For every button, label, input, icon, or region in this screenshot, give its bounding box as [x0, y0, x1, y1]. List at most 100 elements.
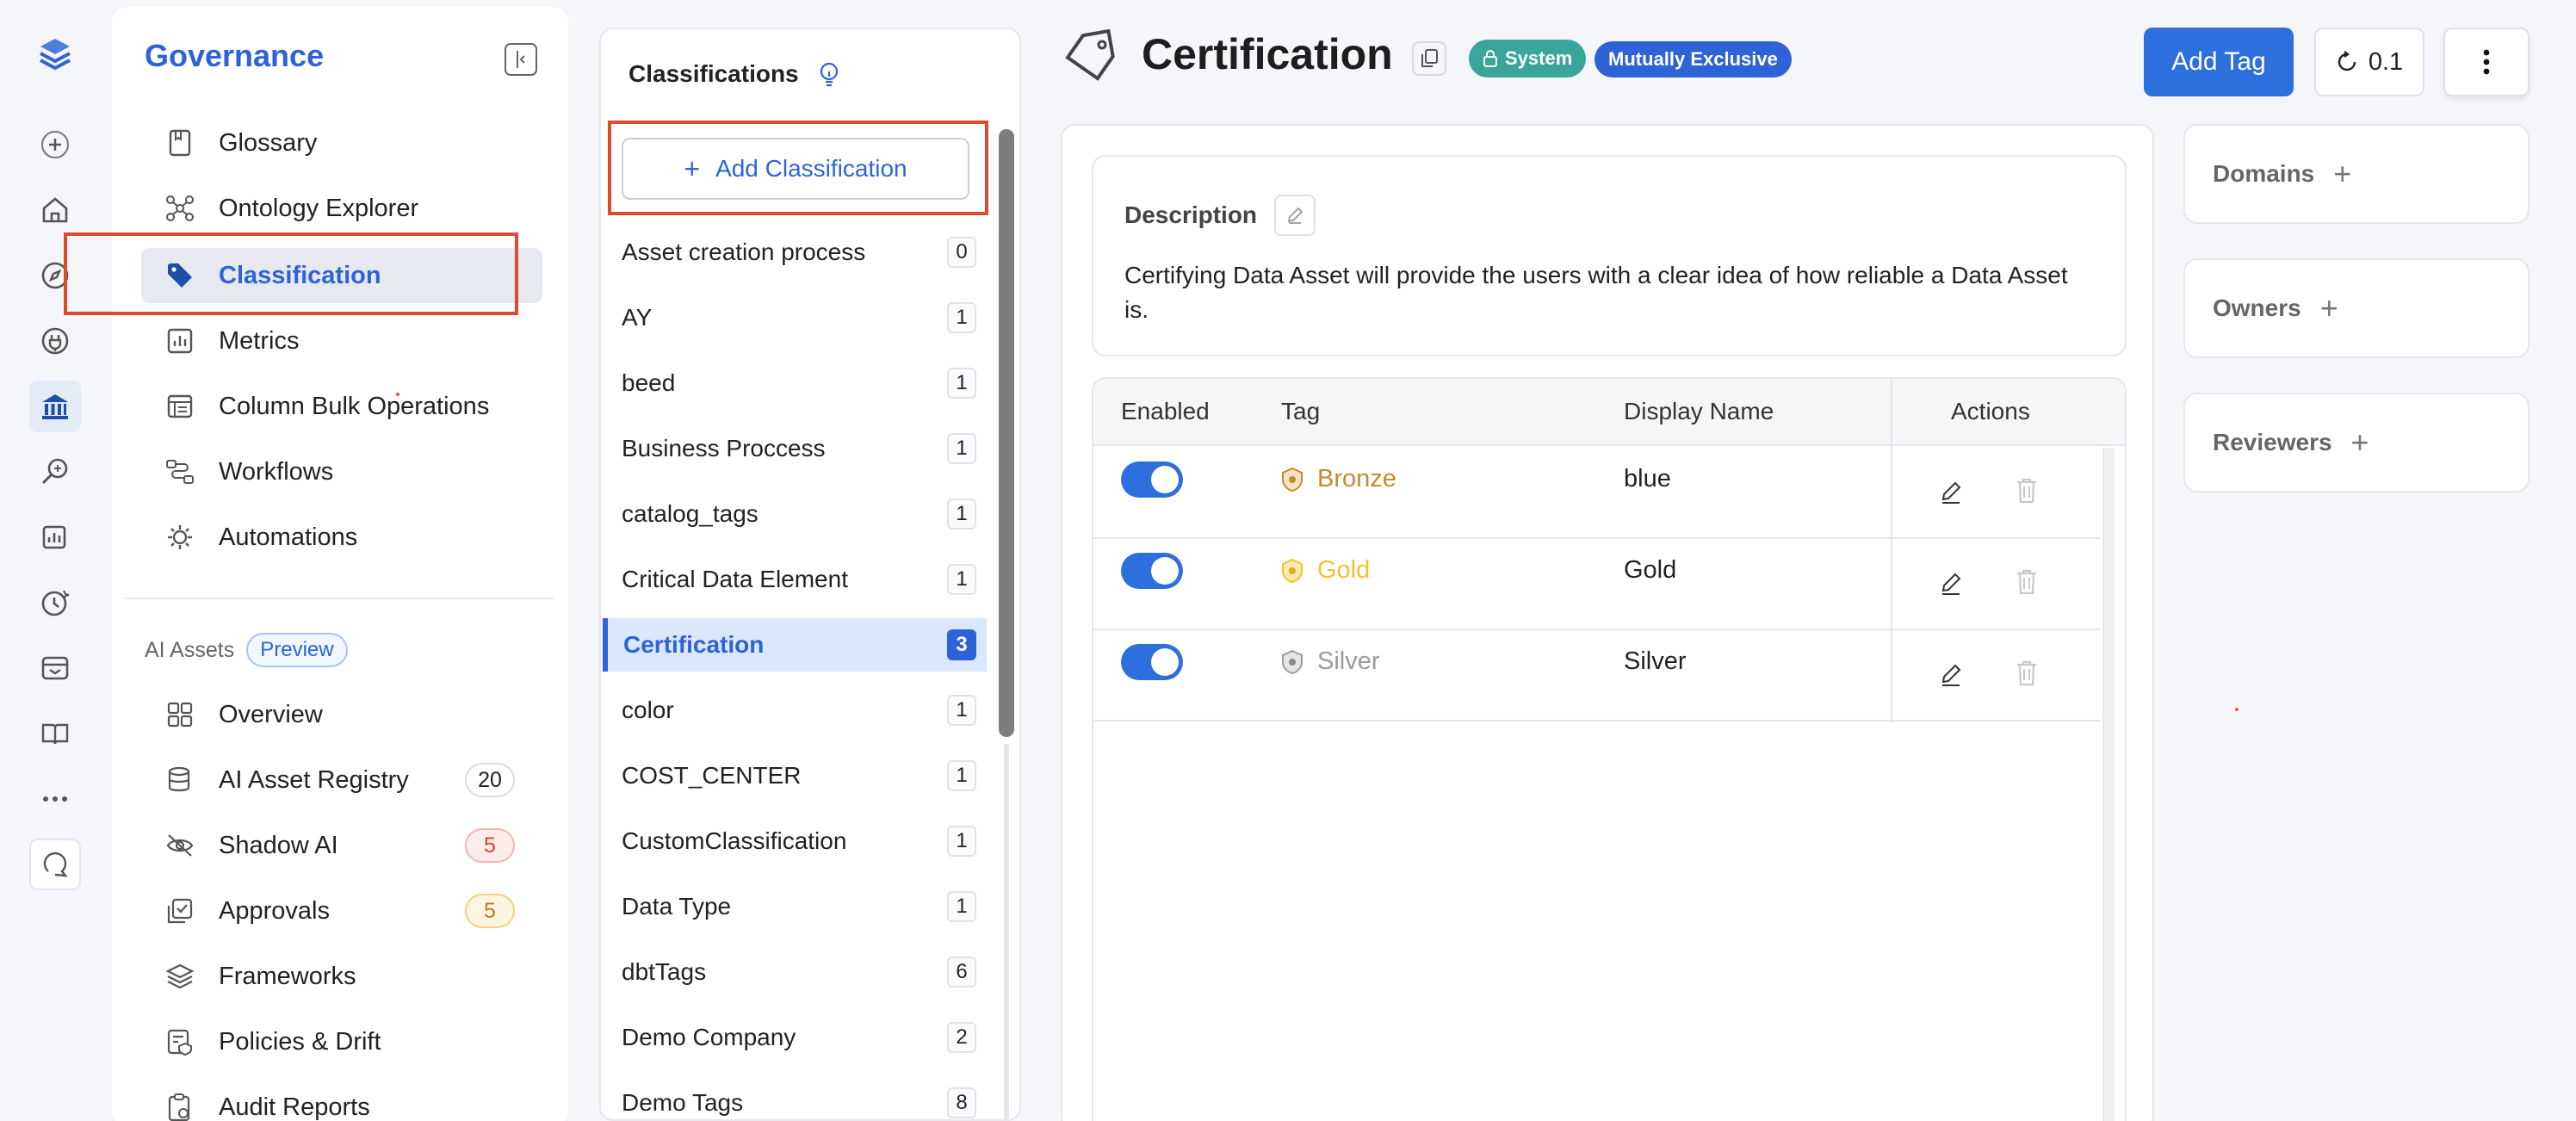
nav-item-workflows[interactable]: Workflows: [141, 444, 542, 499]
tag-cell[interactable]: Bronze: [1281, 465, 1396, 493]
delete-icon[interactable]: [2015, 568, 2039, 596]
add-domain-icon[interactable]: +: [2333, 156, 2351, 192]
classification-item[interactable]: dbtTags 6: [603, 945, 987, 999]
classification-name: CustomClassification: [622, 827, 847, 854]
tag-cell[interactable]: Gold: [1281, 556, 1370, 585]
add-reviewer-icon[interactable]: +: [2351, 424, 2369, 461]
nav-item-label: Policies & Drift: [219, 1027, 381, 1056]
display-name: Gold: [1624, 556, 1677, 584]
collapse-sidebar-icon[interactable]: [505, 43, 537, 76]
enabled-toggle[interactable]: [1121, 553, 1183, 589]
classifications-title: Classifications: [629, 60, 840, 88]
delete-icon[interactable]: [2015, 660, 2039, 687]
add-owner-icon[interactable]: +: [2320, 290, 2338, 326]
home-icon[interactable]: [29, 184, 81, 236]
plus-icon[interactable]: [29, 119, 81, 170]
delete-icon[interactable]: [2015, 477, 2039, 505]
add-tag-button[interactable]: Add Tag: [2144, 28, 2294, 96]
chat-icon[interactable]: [29, 839, 81, 890]
nav-item-label: Overview: [219, 700, 323, 728]
classification-item[interactable]: AY 1: [603, 291, 987, 344]
classification-name: color: [622, 697, 674, 723]
governance-title: Governance: [145, 38, 325, 73]
classification-item[interactable]: Data Type 1: [603, 880, 987, 933]
copy-icon[interactable]: [1412, 41, 1446, 76]
nav-item-glossary[interactable]: Glossary: [141, 115, 542, 170]
nav-item-frameworks[interactable]: Frameworks: [141, 949, 542, 1004]
classification-item-selected[interactable]: Certification 3: [603, 618, 987, 672]
description-header: Description: [1124, 195, 1316, 236]
classification-count: 1: [947, 499, 976, 530]
display-name: Silver: [1624, 647, 1687, 675]
quality-icon[interactable]: [29, 446, 81, 498]
nav-item-label: Glossary: [219, 128, 318, 157]
tag-name: Bronze: [1317, 465, 1396, 492]
classification-name: beed: [622, 369, 676, 396]
governance-icon[interactable]: [29, 381, 81, 432]
edit-icon[interactable]: [1939, 663, 1963, 687]
nav-item-column-bulk-operations[interactable]: Column Bulk Operations: [141, 379, 542, 434]
classification-item[interactable]: CustomClassification 1: [603, 814, 987, 868]
count-badge: 5: [465, 894, 515, 928]
logo-icon[interactable]: [29, 29, 81, 81]
nav-item-label: Shadow AI: [219, 831, 338, 859]
marketplace-icon[interactable]: [29, 642, 81, 694]
more-options-button[interactable]: [2443, 28, 2530, 96]
scroll-track: [1004, 744, 1009, 1119]
classification-item[interactable]: color 1: [603, 684, 987, 737]
classification-item[interactable]: beed 1: [603, 356, 987, 410]
nav-item-audit-reports[interactable]: Audit Reports: [141, 1080, 542, 1121]
classification-item[interactable]: Business Proccess 1: [603, 422, 987, 475]
edit-icon[interactable]: [1274, 195, 1316, 236]
workflow-icon: [164, 455, 196, 488]
classification-count: 2: [947, 1022, 976, 1053]
nav-item-overview[interactable]: Overview: [141, 687, 542, 742]
plug-icon[interactable]: [29, 315, 81, 367]
version-button[interactable]: 0.1: [2314, 28, 2424, 96]
classification-count: 6: [947, 957, 976, 988]
insights-icon[interactable]: [29, 511, 81, 563]
more-icon[interactable]: [29, 773, 81, 825]
nav-item-ai-asset-registry[interactable]: AI Asset Registry 20: [141, 752, 542, 808]
observability-icon[interactable]: [29, 577, 81, 629]
owners-card: Owners +: [2183, 258, 2530, 358]
classification-item[interactable]: Demo Company 2: [603, 1011, 987, 1064]
nav-item-automations[interactable]: Automations: [141, 510, 542, 565]
nav-item-shadow-ai[interactable]: Shadow AI 5: [141, 818, 542, 873]
nav-item-label: Workflows: [219, 457, 334, 486]
classification-name: Certification: [623, 631, 765, 658]
nav-item-metrics[interactable]: Metrics: [141, 313, 542, 369]
nav-item-ontology-explorer[interactable]: Ontology Explorer: [141, 181, 542, 236]
classification-item[interactable]: Critical Data Element 1: [603, 553, 987, 606]
layers-icon: [164, 960, 196, 993]
classification-name: Critical Data Element: [622, 566, 848, 592]
classification-name: Asset creation process: [622, 238, 866, 265]
classification-item[interactable]: COST_CENTER 1: [603, 749, 987, 802]
nav-item-label: Automations: [219, 523, 358, 551]
classification-count: 1: [947, 433, 976, 464]
nav-item-label: Ontology Explorer: [219, 194, 419, 222]
table-scrollbar[interactable]: [2102, 448, 2115, 1121]
mutually-exclusive-badge: Mutually Exclusive: [1595, 41, 1792, 77]
lightbulb-icon[interactable]: [818, 61, 840, 87]
enabled-toggle[interactable]: [1121, 461, 1183, 498]
classification-item[interactable]: catalog_tags 1: [603, 487, 987, 541]
column-header-display-name: Display Name: [1624, 398, 1774, 424]
tag-cell[interactable]: Silver: [1281, 647, 1380, 676]
classification-count: 3: [947, 629, 976, 660]
nav-item-approvals[interactable]: Approvals 5: [141, 883, 542, 938]
database-icon: [164, 764, 196, 796]
history-icon: [2338, 51, 2356, 71]
scrollbar[interactable]: [999, 129, 1014, 737]
enabled-toggle[interactable]: [1121, 644, 1183, 680]
classification-item[interactable]: Demo Tags 8: [603, 1076, 987, 1119]
graph-icon: [164, 192, 196, 225]
edit-icon[interactable]: [1939, 480, 1963, 505]
classifications-title-text: Classifications: [629, 60, 799, 87]
nav-item-label: AI Asset Registry: [219, 765, 409, 794]
knowledge-icon[interactable]: [29, 708, 81, 759]
classification-item[interactable]: Asset creation process 0: [603, 226, 987, 279]
nav-item-policies-drift[interactable]: Policies & Drift: [141, 1014, 542, 1069]
edit-icon[interactable]: [1939, 572, 1963, 596]
clipboard-icon: [164, 1091, 196, 1121]
